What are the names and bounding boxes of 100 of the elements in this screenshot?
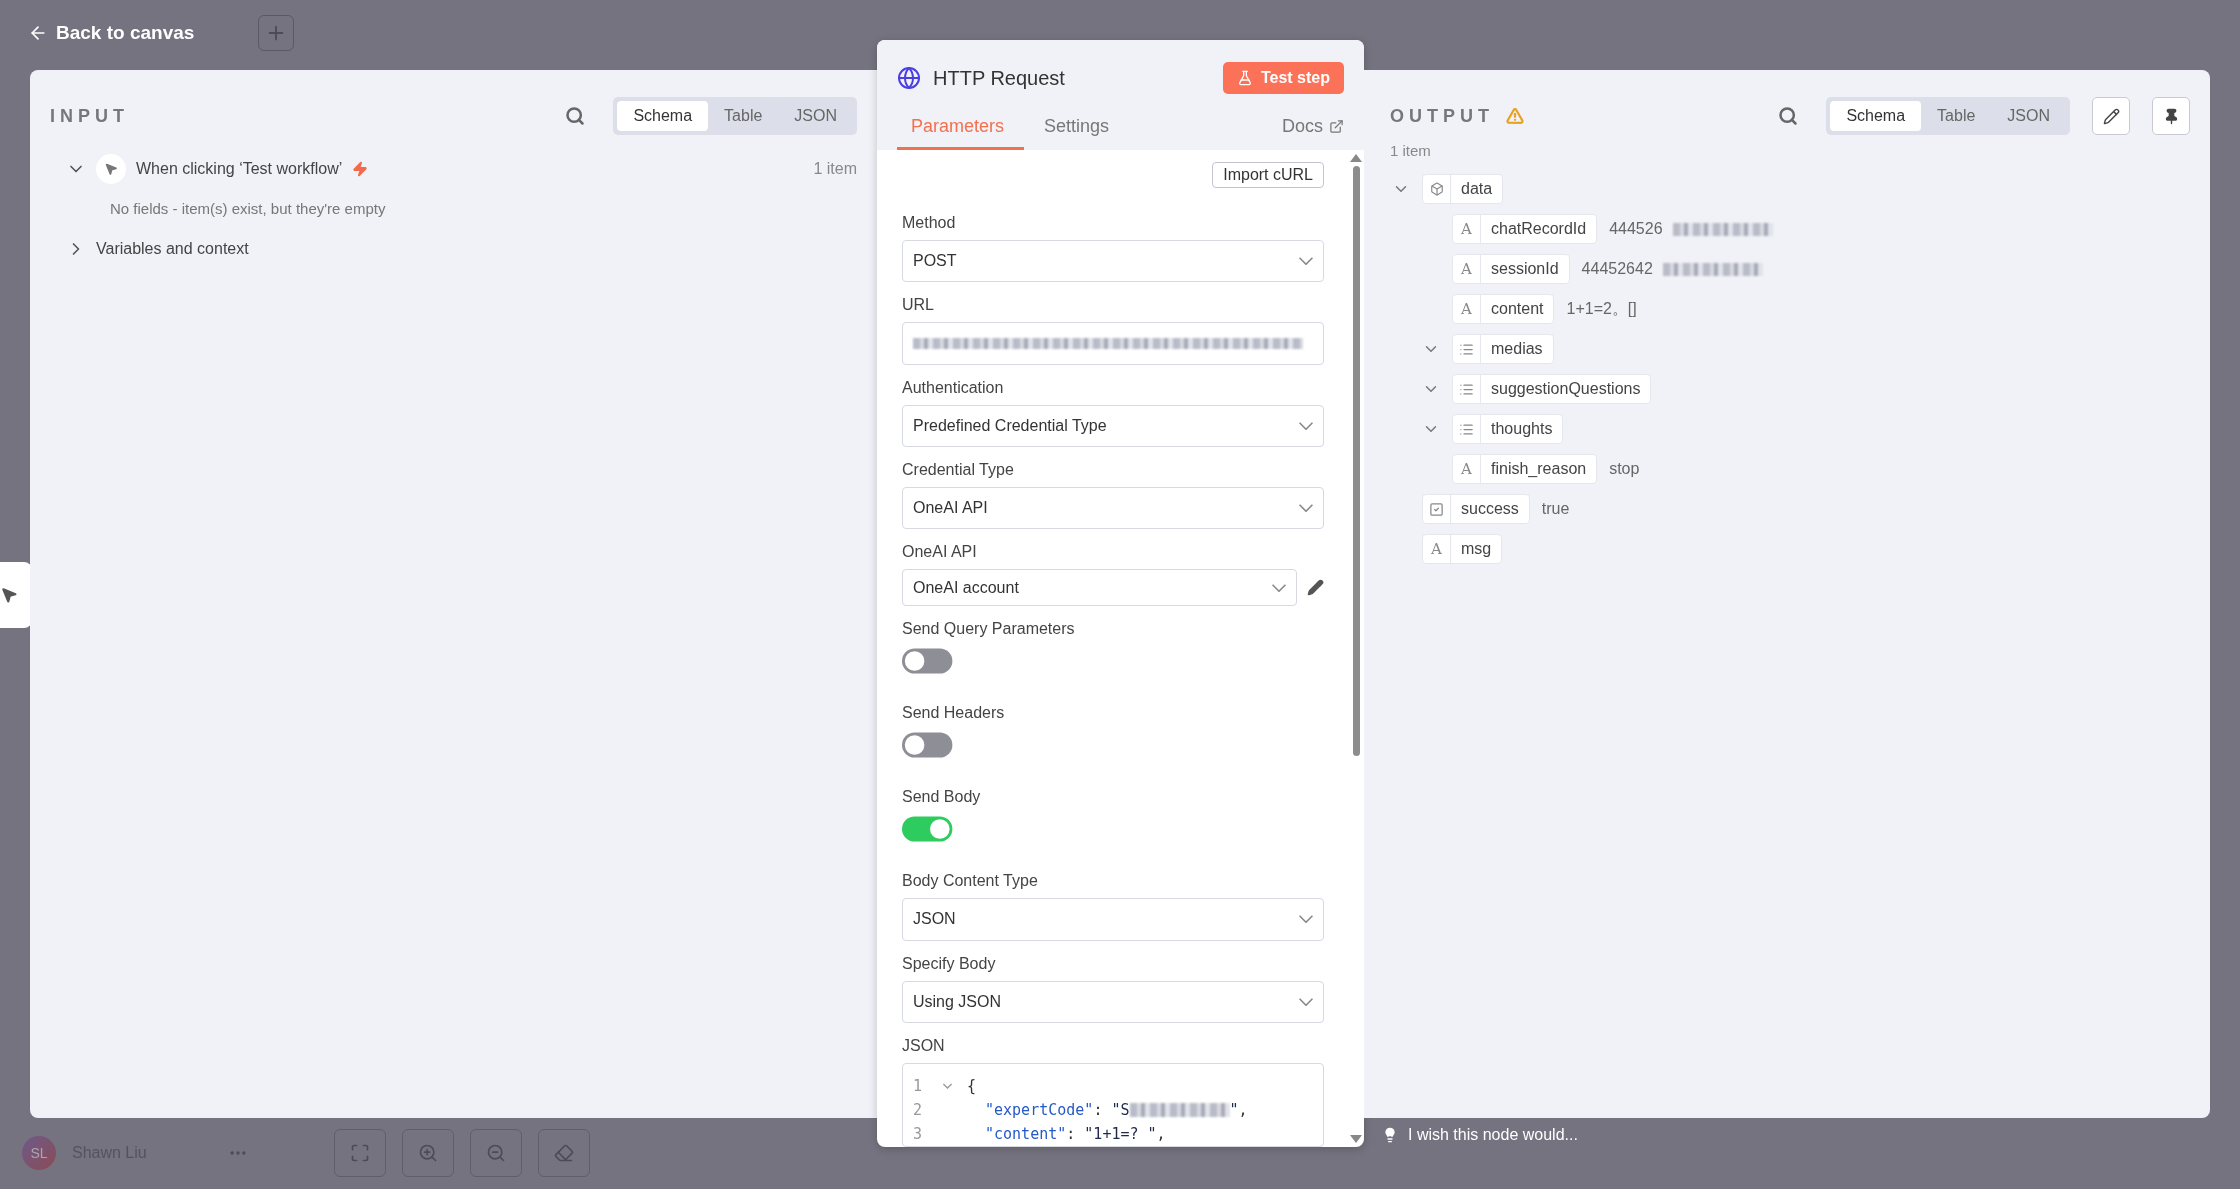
- empty-message: No fields - item(s) exist, but they're empty: [110, 200, 386, 217]
- select-field[interactable]: OneAI account: [902, 569, 1297, 607]
- code-token: "expertCode": [985, 1100, 1094, 1119]
- flask-icon: [1236, 70, 1253, 86]
- clear-button[interactable]: [538, 1129, 590, 1177]
- field-chip[interactable]: suggestionQuestions: [1452, 374, 1652, 404]
- line-number: 3: [913, 1124, 924, 1143]
- field-label: Send Query Parameters: [902, 620, 1076, 639]
- list-icon: [1459, 341, 1474, 357]
- toggle-switch[interactable]: [902, 816, 953, 842]
- field-label: Method: [902, 214, 957, 232]
- trigger-name[interactable]: When clicking ‘Test workflow’: [136, 160, 343, 178]
- type-letter: A: [1461, 220, 1472, 238]
- search-icon[interactable]: [565, 106, 586, 126]
- scroll-up-icon[interactable]: [1350, 154, 1362, 162]
- view-tab[interactable]: JSON: [778, 101, 853, 131]
- lightning-icon: [352, 161, 369, 177]
- url-field[interactable]: [902, 322, 1324, 365]
- cursor-icon: [104, 162, 118, 176]
- select-field[interactable]: JSON: [902, 898, 1324, 941]
- panel-title: INPUT: [50, 105, 129, 127]
- chevron-down-icon: [1299, 421, 1313, 430]
- type-letter: A: [1431, 540, 1442, 558]
- field-value: true: [1541, 500, 1570, 518]
- code-token: ,: [1238, 1100, 1248, 1119]
- field-chip[interactable]: medias: [1452, 334, 1554, 364]
- variables-item[interactable]: Variables and context: [96, 240, 249, 258]
- zoom-in-button[interactable]: [402, 1129, 454, 1177]
- field-label: Authentication: [902, 378, 1005, 397]
- zoom-out-button[interactable]: [470, 1129, 522, 1177]
- chevron-down-icon: [1272, 583, 1286, 592]
- select-field[interactable]: POST: [902, 240, 1324, 283]
- search-icon[interactable]: [1778, 106, 1799, 126]
- field-label: JSON: [902, 1036, 946, 1055]
- field-value: 44452642: [1581, 260, 1653, 278]
- type-letter: A: [1461, 260, 1472, 278]
- globe-icon: [897, 66, 921, 90]
- field-label: Send Headers: [902, 704, 1006, 723]
- chevron-down-icon: [1299, 915, 1313, 924]
- field-label: OneAI API: [902, 543, 978, 562]
- view-tab[interactable]: JSON: [1991, 101, 2066, 131]
- edit-button[interactable]: [2092, 97, 2130, 135]
- tab[interactable]: Settings: [1024, 116, 1130, 150]
- code-token: ,: [1156, 1124, 1166, 1143]
- code-token: "1+1=? ": [1084, 1124, 1157, 1143]
- code-token: "content": [985, 1124, 1067, 1143]
- code-token: :: [1066, 1124, 1077, 1143]
- code-editor[interactable]: 1 { 2 "expertCode": "S ", 3 "content": "1+1=? ",: [902, 1062, 1324, 1147]
- toggle-switch[interactable]: [902, 732, 953, 758]
- line-number: 1: [913, 1076, 924, 1095]
- pencil-icon[interactable]: [1307, 579, 1324, 597]
- field-value: 444526: [1609, 220, 1663, 238]
- code-token: "S: [1111, 1100, 1130, 1119]
- docs-link[interactable]: Docs: [1282, 116, 1344, 150]
- select-field[interactable]: Predefined Credential Type: [902, 404, 1324, 447]
- pin-button[interactable]: [2152, 97, 2190, 135]
- list-icon: [1459, 381, 1474, 397]
- select-field[interactable]: Using JSON: [902, 980, 1324, 1023]
- field-chip[interactable]: A chatRecordId: [1452, 214, 1598, 244]
- cube-icon: [1429, 182, 1444, 196]
- add-button[interactable]: [258, 15, 295, 51]
- type-letter: A: [1461, 460, 1472, 478]
- item-count: 1 item: [813, 160, 857, 178]
- fit-view-icon: [350, 1143, 370, 1163]
- toggle-switch[interactable]: [902, 648, 953, 674]
- list-icon: [1459, 421, 1474, 437]
- field-chip[interactable]: A content: [1452, 294, 1555, 324]
- feedback-link[interactable]: I wish this node would...: [1408, 1126, 1578, 1144]
- field-chip[interactable]: success: [1422, 494, 1530, 524]
- select-field[interactable]: OneAI API: [902, 487, 1324, 530]
- pencil-icon: [2102, 107, 2120, 125]
- field-chip[interactable]: A msg: [1422, 534, 1503, 564]
- side-tab[interactable]: [0, 562, 32, 628]
- chevron-down-icon: [1299, 257, 1313, 266]
- field-chip[interactable]: A sessionId: [1452, 254, 1570, 284]
- fold-icon[interactable]: [943, 1082, 952, 1089]
- chevron-down-icon: [1299, 997, 1313, 1006]
- code-token: {: [967, 1076, 977, 1095]
- import-curl-button[interactable]: Import cURL: [1212, 162, 1324, 188]
- panel-title: OUTPUT: [1390, 105, 1494, 127]
- view-tab[interactable]: Table: [1921, 101, 1992, 131]
- code-token: ": [1229, 1100, 1239, 1119]
- back-link[interactable]: Back to canvas: [28, 22, 195, 44]
- field-value: stop: [1609, 460, 1640, 478]
- field-chip[interactable]: data: [1422, 174, 1504, 204]
- field-label: URL: [902, 296, 935, 315]
- field-chip[interactable]: thoughts: [1452, 414, 1564, 444]
- scroll-down-icon[interactable]: [1350, 1135, 1362, 1143]
- code-token: :: [1093, 1100, 1104, 1119]
- node-title: HTTP Request: [933, 66, 1065, 90]
- field-chip[interactable]: A finish_reason: [1452, 454, 1598, 484]
- cursor-icon: [0, 586, 18, 604]
- zoom-in-icon: [418, 1143, 438, 1163]
- view-tab[interactable]: Schema: [617, 101, 709, 131]
- item-count: 1 item: [1390, 142, 1431, 159]
- eraser-icon: [554, 1143, 574, 1163]
- view-tab[interactable]: Schema: [1830, 101, 1922, 131]
- view-tab[interactable]: Table: [708, 101, 779, 131]
- line-number: 2: [913, 1100, 924, 1119]
- lightbulb-icon: [1382, 1127, 1398, 1143]
